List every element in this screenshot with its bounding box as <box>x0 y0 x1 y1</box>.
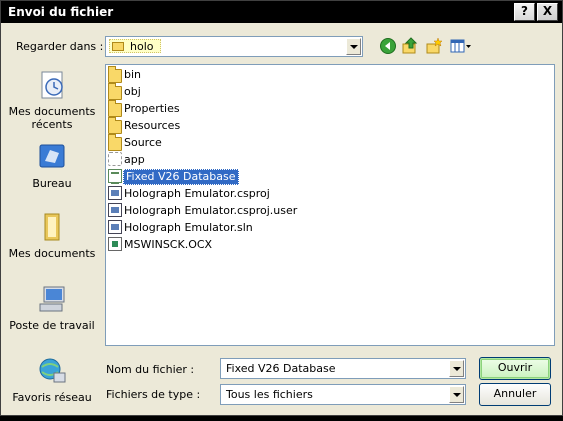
filename-label: Nom du fichier : <box>106 363 195 376</box>
file-name: app <box>124 153 145 166</box>
file-name: Holograph Emulator.csproj.user <box>124 204 298 217</box>
file-name: MSWINSCK.OCX <box>124 238 213 251</box>
view-menu-icon[interactable] <box>449 37 473 55</box>
file-name: bin <box>124 68 142 81</box>
my-computer-icon <box>39 286 65 312</box>
back-arrow-icon[interactable] <box>379 37 399 55</box>
network-places-icon <box>39 358 66 383</box>
place-label: Mes documents <box>8 247 96 260</box>
places-bar: Mes documents récents Bureau Mes documen… <box>5 61 99 405</box>
title-bar[interactable]: Envoi du fichier ? X <box>1 1 562 23</box>
folder-icon <box>112 42 124 51</box>
desktop-icon <box>39 144 65 168</box>
place-label: Bureau <box>32 177 72 190</box>
cancel-button[interactable]: Annuler <box>479 383 551 406</box>
place-label: Mes documents récents <box>8 105 96 131</box>
place-label: Favoris réseau <box>12 391 92 404</box>
place-my-computer[interactable]: Poste de travail <box>5 279 99 349</box>
place-my-documents[interactable]: Mes documents <box>5 207 99 277</box>
folder-icon <box>108 134 122 151</box>
folder-icon <box>108 100 122 117</box>
up-folder-icon[interactable] <box>401 37 421 55</box>
filetype-value: Tous les fichiers <box>226 388 313 401</box>
lookin-label: Regarder dans : <box>16 40 104 53</box>
filename-input[interactable]: Fixed V26 Database <box>220 358 466 379</box>
project-file-icon <box>108 186 122 200</box>
window-title: Envoi du fichier <box>8 5 114 19</box>
folder-icon <box>108 117 122 134</box>
filename-value: Fixed V26 Database <box>226 362 336 375</box>
filetype-label: Fichiers de type : <box>106 388 201 401</box>
chevron-down-icon[interactable] <box>449 386 464 403</box>
lookin-dropdown[interactable]: holo <box>105 36 363 57</box>
database-file-icon <box>108 169 122 184</box>
solution-file-icon <box>108 220 122 234</box>
chevron-down-icon[interactable] <box>449 360 464 377</box>
project-file-icon <box>108 203 122 217</box>
chevron-down-icon[interactable] <box>346 38 361 55</box>
ocx-file-icon <box>108 237 122 251</box>
filetype-dropdown[interactable]: Tous les fichiers <box>220 384 466 405</box>
help-button[interactable]: ? <box>514 3 535 21</box>
folder-icon <box>108 66 122 83</box>
file-name: Properties <box>124 102 180 115</box>
new-folder-icon[interactable] <box>425 37 445 55</box>
place-label: Poste de travail <box>9 319 95 332</box>
folder-icon <box>108 83 122 100</box>
recent-documents-icon <box>41 71 63 99</box>
open-button[interactable]: Ouvrir <box>479 357 551 380</box>
place-recent-documents[interactable]: Mes documents récents <box>5 65 99 135</box>
file-name: Fixed V26 Database <box>123 169 239 185</box>
close-button[interactable]: X <box>537 3 558 21</box>
open-file-dialog: Envoi du fichier ? X Regarder dans : hol… <box>0 0 563 416</box>
file-name: obj <box>124 85 141 98</box>
lookin-value: holo <box>130 40 154 53</box>
file-name: Resources <box>124 119 181 132</box>
my-documents-icon <box>44 213 60 241</box>
place-desktop[interactable]: Bureau <box>5 137 99 207</box>
file-list[interactable]: bin obj Properties Resources Source app … <box>105 64 555 346</box>
place-network[interactable]: Favoris réseau <box>5 351 99 421</box>
file-name: Source <box>124 136 162 149</box>
file-name: Holograph Emulator.csproj <box>124 187 270 200</box>
file-name: Holograph Emulator.sln <box>124 221 253 234</box>
app-file-icon <box>108 152 122 166</box>
